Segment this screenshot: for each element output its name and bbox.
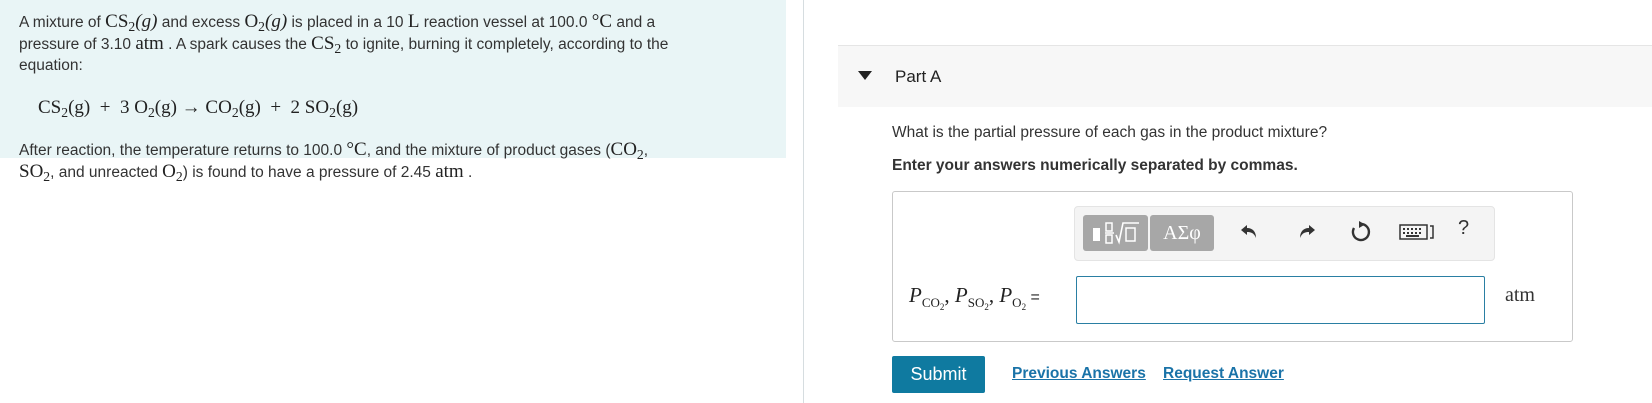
unit-atm: atm (435, 161, 464, 182)
problem-text: , and unreacted (50, 164, 163, 181)
instruction-text: Enter your answers numerically separated… (892, 157, 1298, 174)
request-answer-link[interactable]: Request Answer (1163, 365, 1284, 383)
redo-icon[interactable] (1297, 221, 1317, 246)
formula-cs2: CS2(g) (105, 11, 158, 35)
problem-text: to ignite, burning it completely, accord… (341, 36, 669, 53)
problem-text: A mixture of (19, 14, 106, 31)
problem-text: is placed in a 10 (287, 14, 408, 31)
math-toolbar: ΑΣφ ? (1074, 206, 1495, 261)
answer-unit: atm (1505, 284, 1535, 306)
unit-celsius: °C (591, 11, 613, 32)
question-text: What is the partial pressure of each gas… (892, 124, 1328, 141)
problem-line-6: SO2, and unreacted O2) is found to have … (19, 161, 766, 183)
formula-o2: O2(g) (244, 11, 288, 35)
unit-atm: atm (135, 33, 164, 54)
problem-statement: A mixture of CS2(g) and excess O2(g) is … (0, 0, 786, 183)
problem-text: pressure of 3.10 (19, 36, 136, 53)
unit-celsius: °C (346, 139, 367, 160)
part-title: Part A (895, 67, 942, 86)
problem-text: After reaction, the temperature returns … (19, 142, 347, 159)
problem-text: ) is found to have a pressure of 2.45 (182, 164, 436, 181)
problem-text: , (643, 142, 649, 159)
reaction-equation: CS2(g) + 3 O2(g) → CO2(g) + 2 SO2(g) (38, 97, 359, 121)
problem-line-1: A mixture of CS2(g) and excess O2(g) is … (19, 11, 766, 33)
previous-answers-link[interactable]: Previous Answers (1012, 365, 1146, 383)
collapse-caret-icon[interactable] (858, 71, 872, 80)
reset-icon[interactable] (1350, 221, 1372, 248)
help-icon[interactable]: ? (1458, 217, 1469, 240)
panel-divider (803, 0, 804, 403)
problem-text: and excess (157, 14, 245, 31)
formula-co2: CO2 (610, 139, 644, 163)
undo-icon[interactable] (1239, 221, 1259, 246)
problem-text: reaction vessel at 100.0 (419, 14, 592, 31)
problem-text: and a (612, 14, 656, 31)
formula-o2: O2 (162, 161, 183, 185)
submit-button[interactable]: Submit (892, 356, 985, 393)
greek-symbols-button[interactable]: ΑΣφ (1150, 215, 1214, 251)
formula-cs2: CS2 (311, 33, 342, 57)
problem-text: , and the mixture of product gases ( (366, 142, 611, 159)
formula-so2: SO2 (19, 161, 51, 185)
answer-label: PCO2, PSO2, PO2 = (909, 283, 1040, 312)
fraction-radical-templates-icon (1092, 222, 1139, 245)
problem-line-2: pressure of 3.10 atm . A spark causes th… (19, 33, 766, 55)
templates-button[interactable] (1083, 215, 1148, 251)
problem-line-3: equation: (19, 57, 83, 74)
answer-box: ΑΣφ ? PCO2, PSO2, PO2 = atm (892, 191, 1573, 342)
problem-text: . A spark causes the (163, 36, 312, 53)
part-a-header[interactable]: Part A (838, 45, 1652, 107)
problem-text: . (463, 164, 473, 181)
keyboard-icon[interactable] (1399, 224, 1437, 245)
answer-input[interactable] (1076, 276, 1485, 324)
problem-line-5: After reaction, the temperature returns … (19, 139, 766, 161)
unit-liters: L (407, 11, 420, 32)
